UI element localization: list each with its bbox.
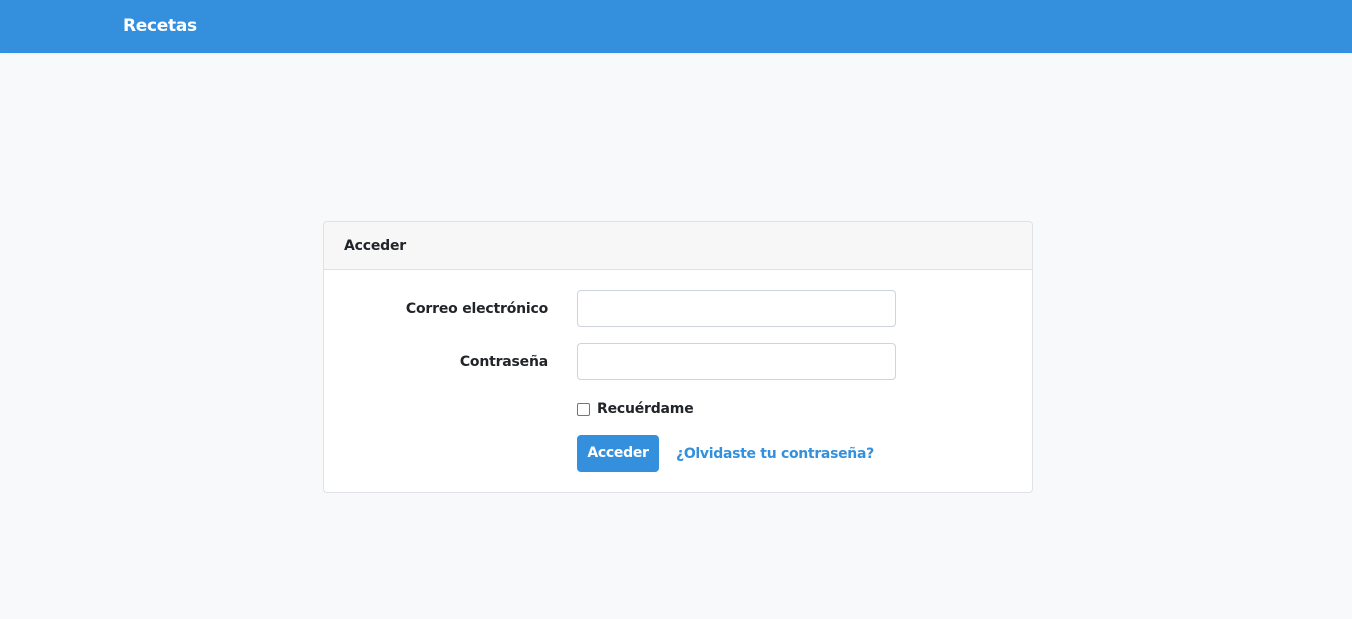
login-button[interactable]: Acceder [577, 435, 659, 472]
password-field[interactable] [577, 343, 896, 380]
brand-link[interactable]: Recetas [123, 15, 197, 37]
remember-me-label[interactable]: Recuérdame [597, 400, 694, 418]
card-header: Acceder [324, 222, 1032, 270]
forgot-password-link[interactable]: ¿Olvidaste tu contraseña? [676, 445, 874, 463]
top-navbar: Recetas [0, 0, 1352, 53]
email-field[interactable] [577, 290, 896, 327]
card-title: Acceder [344, 238, 406, 254]
password-label: Contraseña [459, 354, 548, 370]
remember-me-row: Recuérdame [577, 400, 694, 418]
login-card: Acceder Correo electrónico Contraseña Re… [323, 221, 1033, 493]
remember-me-checkbox[interactable] [577, 402, 590, 416]
email-label: Correo electrónico [405, 301, 548, 317]
